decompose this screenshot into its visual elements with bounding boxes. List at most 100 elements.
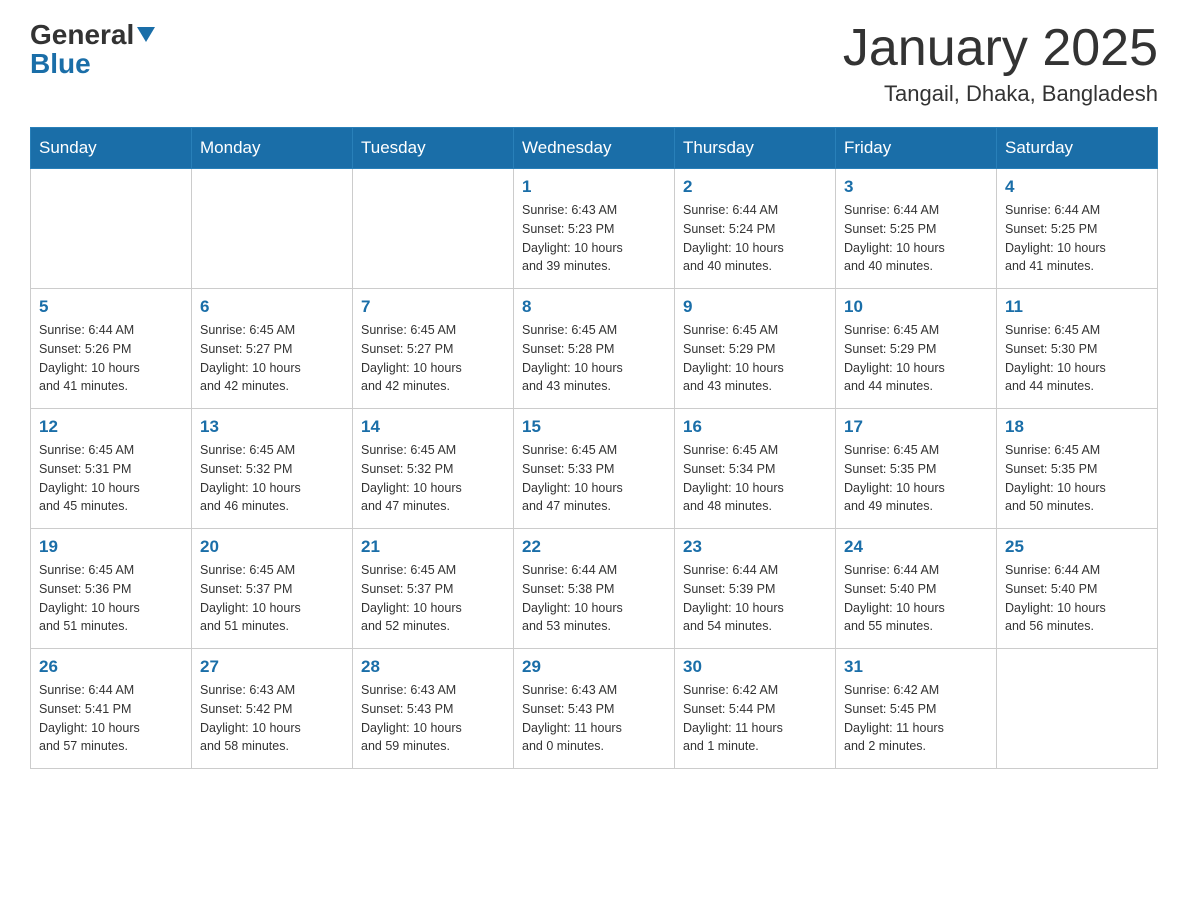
weekday-header-monday: Monday [192, 128, 353, 169]
weekday-header-sunday: Sunday [31, 128, 192, 169]
day-number: 31 [844, 657, 988, 677]
day-number: 27 [200, 657, 344, 677]
day-number: 20 [200, 537, 344, 557]
calendar-cell: 2Sunrise: 6:44 AMSunset: 5:24 PMDaylight… [675, 169, 836, 289]
day-number: 24 [844, 537, 988, 557]
day-info: Sunrise: 6:43 AMSunset: 5:43 PMDaylight:… [522, 681, 666, 756]
calendar-cell: 26 Sunrise: 6:44 AMSunset: 5:41 PMDayligh… [31, 649, 192, 769]
day-number: 21 [361, 537, 505, 557]
week-row-1: 5 Sunrise: 6:44 AMSunset: 5:26 PMDaylight… [31, 289, 1158, 409]
calendar-cell: 22Sunrise: 6:44 AMSunset: 5:38 PMDayligh… [514, 529, 675, 649]
calendar-table: SundayMondayTuesdayWednesdayThursdayFrid… [30, 127, 1158, 769]
day-info: Sunrise: 6:45 AMSunset: 5:34 PMDaylight:… [683, 441, 827, 516]
day-number: 9 [683, 297, 827, 317]
calendar-cell: 4 Sunrise: 6:44 AMSunset: 5:25 PMDaylight… [997, 169, 1158, 289]
day-info: Sunrise: 6:45 AMSunset: 5:29 PMDaylight:… [683, 321, 827, 396]
calendar-cell: 14 Sunrise: 6:45 AMSunset: 5:32 PMDayligh… [353, 409, 514, 529]
calendar-cell: 28Sunrise: 6:43 AMSunset: 5:43 PMDayligh… [353, 649, 514, 769]
day-info: Sunrise: 6:43 AMSunset: 5:23 PMDaylight:… [522, 201, 666, 276]
calendar-subtitle: Tangail, Dhaka, Bangladesh [843, 81, 1158, 107]
day-info: Sunrise: 6:44 AMSunset: 5:25 PMDaylight:… [1005, 201, 1149, 276]
calendar-cell: 18 Sunrise: 6:45 AMSunset: 5:35 PMDayligh… [997, 409, 1158, 529]
day-number: 19 [39, 537, 183, 557]
calendar-cell: 21 Sunrise: 6:45 AMSunset: 5:37 PMDayligh… [353, 529, 514, 649]
day-info: Sunrise: 6:42 AMSunset: 5:44 PMDaylight:… [683, 681, 827, 756]
day-info: Sunrise: 6:44 AMSunset: 5:40 PMDaylight:… [1005, 561, 1149, 636]
day-info: Sunrise: 6:45 AMSunset: 5:32 PMDaylight:… [361, 441, 505, 516]
calendar-cell: 13 Sunrise: 6:45 AMSunset: 5:32 PMDayligh… [192, 409, 353, 529]
calendar-cell: 8Sunrise: 6:45 AMSunset: 5:28 PMDaylight… [514, 289, 675, 409]
calendar-cell: 30 Sunrise: 6:42 AMSunset: 5:44 PMDayligh… [675, 649, 836, 769]
calendar-header: SundayMondayTuesdayWednesdayThursdayFrid… [31, 128, 1158, 169]
day-number: 14 [361, 417, 505, 437]
day-number: 2 [683, 177, 827, 197]
calendar-title: January 2025 [843, 20, 1158, 77]
page-header: General Blue January 2025 Tangail, Dhaka… [30, 20, 1158, 107]
day-number: 18 [1005, 417, 1149, 437]
day-info: Sunrise: 6:45 AMSunset: 5:28 PMDaylight:… [522, 321, 666, 396]
day-number: 11 [1005, 297, 1149, 317]
calendar-cell: 3Sunrise: 6:44 AMSunset: 5:25 PMDaylight… [836, 169, 997, 289]
day-number: 7 [361, 297, 505, 317]
day-number: 30 [683, 657, 827, 677]
weekday-header-saturday: Saturday [997, 128, 1158, 169]
calendar-cell: 29 Sunrise: 6:43 AMSunset: 5:43 PMDayligh… [514, 649, 675, 769]
day-number: 5 [39, 297, 183, 317]
day-number: 29 [522, 657, 666, 677]
calendar-cell: 17 Sunrise: 6:45 AMSunset: 5:35 PMDayligh… [836, 409, 997, 529]
calendar-cell: 10Sunrise: 6:45 AMSunset: 5:29 PMDayligh… [836, 289, 997, 409]
day-info: Sunrise: 6:45 AMSunset: 5:33 PMDaylight:… [522, 441, 666, 516]
day-info: Sunrise: 6:45 AMSunset: 5:35 PMDaylight:… [1005, 441, 1149, 516]
calendar-cell: 31 Sunrise: 6:42 AMSunset: 5:45 PMDayligh… [836, 649, 997, 769]
day-info: Sunrise: 6:45 AMSunset: 5:35 PMDaylight:… [844, 441, 988, 516]
day-info: Sunrise: 6:44 AMSunset: 5:41 PMDaylight:… [39, 681, 183, 756]
calendar-cell: 1 Sunrise: 6:43 AMSunset: 5:23 PMDaylight… [514, 169, 675, 289]
calendar-cell: 16 Sunrise: 6:45 AMSunset: 5:34 PMDayligh… [675, 409, 836, 529]
day-info: Sunrise: 6:44 AMSunset: 5:39 PMDaylight:… [683, 561, 827, 636]
calendar-cell: 6Sunrise: 6:45 AMSunset: 5:27 PMDaylight… [192, 289, 353, 409]
day-number: 3 [844, 177, 988, 197]
calendar-cell: 24Sunrise: 6:44 AMSunset: 5:40 PMDayligh… [836, 529, 997, 649]
calendar-cell [353, 169, 514, 289]
logo-blue: Blue [30, 49, 155, 80]
weekday-header-row: SundayMondayTuesdayWednesdayThursdayFrid… [31, 128, 1158, 169]
day-info: Sunrise: 6:45 AMSunset: 5:37 PMDaylight:… [361, 561, 505, 636]
day-number: 15 [522, 417, 666, 437]
day-number: 13 [200, 417, 344, 437]
week-row-2: 12 Sunrise: 6:45 AMSunset: 5:31 PMDayligh… [31, 409, 1158, 529]
weekday-header-tuesday: Tuesday [353, 128, 514, 169]
day-info: Sunrise: 6:45 AMSunset: 5:32 PMDaylight:… [200, 441, 344, 516]
calendar-cell: 12 Sunrise: 6:45 AMSunset: 5:31 PMDayligh… [31, 409, 192, 529]
weekday-header-friday: Friday [836, 128, 997, 169]
day-info: Sunrise: 6:44 AMSunset: 5:26 PMDaylight:… [39, 321, 183, 396]
day-number: 25 [1005, 537, 1149, 557]
day-info: Sunrise: 6:43 AMSunset: 5:43 PMDaylight:… [361, 681, 505, 756]
calendar-cell: 7 Sunrise: 6:45 AMSunset: 5:27 PMDaylight… [353, 289, 514, 409]
calendar-body: 1 Sunrise: 6:43 AMSunset: 5:23 PMDaylight… [31, 169, 1158, 769]
logo-general: General [30, 20, 155, 51]
calendar-cell [31, 169, 192, 289]
calendar-cell [997, 649, 1158, 769]
calendar-cell: 11 Sunrise: 6:45 AMSunset: 5:30 PMDayligh… [997, 289, 1158, 409]
day-number: 16 [683, 417, 827, 437]
calendar-cell: 20Sunrise: 6:45 AMSunset: 5:37 PMDayligh… [192, 529, 353, 649]
calendar-cell: 15 Sunrise: 6:45 AMSunset: 5:33 PMDayligh… [514, 409, 675, 529]
day-info: Sunrise: 6:45 AMSunset: 5:27 PMDaylight:… [361, 321, 505, 396]
week-row-3: 19Sunrise: 6:45 AMSunset: 5:36 PMDayligh… [31, 529, 1158, 649]
day-info: Sunrise: 6:45 AMSunset: 5:30 PMDaylight:… [1005, 321, 1149, 396]
calendar-cell: 9 Sunrise: 6:45 AMSunset: 5:29 PMDaylight… [675, 289, 836, 409]
day-number: 22 [522, 537, 666, 557]
day-number: 26 [39, 657, 183, 677]
day-number: 10 [844, 297, 988, 317]
day-number: 6 [200, 297, 344, 317]
day-number: 12 [39, 417, 183, 437]
calendar-cell: 19Sunrise: 6:45 AMSunset: 5:36 PMDayligh… [31, 529, 192, 649]
day-info: Sunrise: 6:45 AMSunset: 5:31 PMDaylight:… [39, 441, 183, 516]
calendar-cell [192, 169, 353, 289]
day-number: 4 [1005, 177, 1149, 197]
day-number: 17 [844, 417, 988, 437]
day-number: 1 [522, 177, 666, 197]
weekday-header-wednesday: Wednesday [514, 128, 675, 169]
day-info: Sunrise: 6:43 AMSunset: 5:42 PMDaylight:… [200, 681, 344, 756]
day-info: Sunrise: 6:42 AMSunset: 5:45 PMDaylight:… [844, 681, 988, 756]
